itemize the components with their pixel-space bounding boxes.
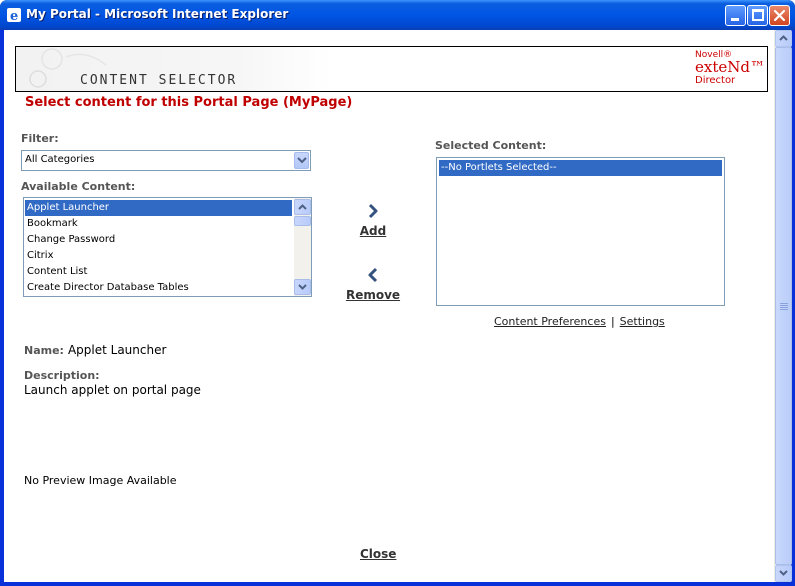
available-items: Applet Launcher Bookmark Change Password Ci…	[25, 200, 292, 296]
remove-button[interactable]: Remove	[343, 267, 403, 302]
filter-label: Filter:	[21, 132, 59, 145]
window-title: My Portal - Microsoft Internet Explorer	[26, 7, 289, 21]
preferences-links: Content Preferences | Settings	[494, 315, 665, 328]
grip-icon	[780, 303, 788, 310]
chevron-down-icon	[297, 157, 307, 164]
selected-content-label: Selected Content:	[435, 139, 547, 152]
chevron-down-icon	[779, 570, 788, 576]
close-icon	[773, 9, 786, 22]
chevron-up-icon	[779, 35, 788, 41]
list-item[interactable]: Applet Launcher	[25, 200, 292, 216]
browser-window: e My Portal - Microsoft Internet Explore…	[0, 0, 795, 586]
list-item[interactable]: Citrix	[25, 248, 292, 264]
content-preferences-link[interactable]: Content Preferences	[494, 315, 606, 328]
novell-logo: Novell® exteNd™ Director	[695, 50, 765, 86]
scroll-thumb[interactable]	[294, 216, 311, 226]
description-label: Description:	[24, 369, 100, 382]
window-border-bottom	[0, 582, 795, 586]
add-label: Add	[359, 224, 387, 238]
content-selector-banner: CONTENT SELECTOR Novell® exteNd™ Directo…	[15, 46, 768, 92]
page-scroll-down-button[interactable]	[775, 565, 792, 582]
chevron-up-icon	[298, 204, 307, 210]
scroll-down-button[interactable]	[294, 279, 311, 295]
name-value: Applet Launcher	[67, 343, 167, 357]
chevron-right-icon	[368, 203, 378, 219]
minimize-icon	[731, 18, 739, 21]
link-separator: |	[610, 315, 615, 328]
page-scrollbar[interactable]	[774, 30, 792, 582]
dropdown-button[interactable]	[294, 152, 309, 169]
minimize-button[interactable]	[725, 5, 746, 26]
list-item[interactable]: Change Password	[25, 232, 292, 248]
chevron-down-icon	[298, 284, 307, 290]
page-scroll-thumb[interactable]	[775, 47, 792, 565]
page-scroll-up-button[interactable]	[775, 30, 792, 47]
preview-placeholder: No Preview Image Available	[24, 474, 177, 487]
scroll-up-button[interactable]	[294, 199, 311, 215]
page-heading: Select content for this Portal Page (MyP…	[25, 95, 353, 110]
list-item[interactable]: Create Director Database Tables	[25, 280, 292, 296]
remove-label: Remove	[345, 288, 401, 302]
settings-link[interactable]: Settings	[620, 315, 665, 328]
filter-select[interactable]: All Categories	[21, 150, 311, 171]
list-item[interactable]: Content List	[25, 264, 292, 280]
selected-content-list[interactable]: --No Portlets Selected--	[436, 157, 725, 306]
svg-text:e: e	[10, 9, 18, 23]
filter-selected-value: All Categories	[25, 154, 95, 165]
title-bar[interactable]: e My Portal - Microsoft Internet Explore…	[0, 0, 795, 30]
brand-main: exteNd™	[695, 58, 765, 76]
brand-bottom: Director	[695, 75, 736, 86]
description-value: Launch applet on portal page	[24, 383, 201, 397]
list-item[interactable]: Bookmark	[25, 216, 292, 232]
name-label: Name:	[24, 344, 64, 357]
available-content-label: Available Content:	[21, 180, 136, 193]
banner-title: CONTENT SELECTOR	[80, 73, 238, 88]
chevron-left-icon	[368, 267, 378, 283]
available-list-scrollbar[interactable]	[294, 198, 311, 296]
list-item[interactable]: --No Portlets Selected--	[439, 160, 722, 176]
maximize-icon	[752, 9, 764, 21]
close-window-button[interactable]	[769, 5, 790, 26]
add-button[interactable]: Add	[343, 203, 403, 238]
available-content-list[interactable]: Applet Launcher Bookmark Change Password Ci…	[23, 197, 312, 297]
name-row: Name: Applet Launcher	[24, 343, 166, 357]
page-content: CONTENT SELECTOR Novell® exteNd™ Directo…	[4, 30, 792, 582]
close-link[interactable]: Close	[360, 547, 396, 561]
ie-icon: e	[6, 7, 22, 24]
maximize-button[interactable]	[747, 5, 768, 26]
